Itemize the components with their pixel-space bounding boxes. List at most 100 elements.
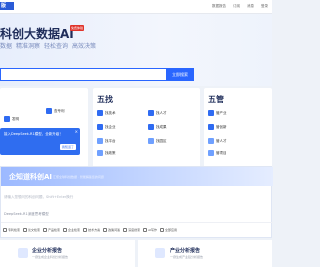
find-platform-label: 找平台 bbox=[105, 138, 116, 143]
manage-talent-icon bbox=[208, 138, 214, 144]
brand-title: 科创大数据AI bbox=[0, 27, 74, 41]
find-talent-label: 找人才 bbox=[156, 110, 167, 115]
slogan-insight: 精准洞察 bbox=[16, 43, 41, 50]
tool-product-search[interactable]: 产品检索 bbox=[43, 227, 61, 232]
park-icon bbox=[148, 138, 154, 144]
company-report-card[interactable]: 企业分析报告 一键生成企业科创分析报告 bbox=[0, 240, 135, 267]
tool-label: 深度搜索 bbox=[128, 227, 141, 232]
popup-ok-button[interactable]: 我知道了 bbox=[60, 144, 76, 150]
find-result-item[interactable]: 找成果 bbox=[148, 124, 167, 130]
apps-grid-icon bbox=[160, 227, 165, 232]
ai-panel-header: 企知道科创AI 汇聚全球科创数据 · 智能解答您的问题 bbox=[1, 167, 273, 186]
find-park-label: 找园区 bbox=[156, 138, 167, 143]
find-platform-item[interactable]: 找平台 bbox=[97, 138, 116, 144]
company-icon bbox=[97, 124, 103, 130]
card-a-item-1-label: 发明 bbox=[12, 116, 19, 121]
nav-link-login[interactable]: 登录 bbox=[261, 4, 268, 9]
tool-label: 论文检索 bbox=[28, 227, 41, 232]
tool-policy-qa[interactable]: 政策问答 bbox=[103, 227, 121, 232]
search-button[interactable]: 立即搜索 bbox=[166, 68, 194, 81]
ai-assistant-panel: 企知道科创AI 汇聚全球科创数据 · 智能解答您的问题 请输入您想问的科创问题，… bbox=[0, 166, 273, 238]
patent-search-icon bbox=[3, 227, 7, 232]
tool-company-search[interactable]: 企业检索 bbox=[63, 227, 81, 232]
nav-link-messages[interactable]: 消息 bbox=[247, 4, 254, 9]
search-input[interactable] bbox=[0, 68, 166, 81]
talent-icon bbox=[148, 110, 154, 116]
tool-ai-writing[interactable]: AI写作 bbox=[143, 227, 158, 232]
tool-tech-solution[interactable]: 技术方案 bbox=[83, 227, 101, 232]
manage-project-item[interactable]: 管项目 bbox=[208, 150, 227, 156]
industry-report-title: 产业分析报告 bbox=[170, 248, 201, 254]
tool-label: AI写作 bbox=[148, 227, 158, 232]
tool-deep-search[interactable]: 深度搜索 bbox=[123, 227, 141, 232]
find-tech-item[interactable]: 找技术 bbox=[97, 110, 116, 116]
tool-paper-search[interactable]: 论文检索 bbox=[23, 227, 41, 232]
ai-question-input[interactable]: 请输入您想问的科创问题，Shift+Enter换行 bbox=[4, 195, 73, 200]
platform-icon bbox=[97, 138, 103, 144]
card-title-five-manage: 五管 bbox=[208, 95, 224, 104]
deepseek-upgrade-popup: 接入DeepSeek-R1模型，全新升级！ × 我知道了 bbox=[0, 128, 80, 155]
company-report-subtitle: 一键生成企业科创分析报告 bbox=[32, 255, 69, 259]
manage-talent-label: 管人才 bbox=[216, 138, 227, 143]
nav-link-subscribe[interactable]: 订阅 bbox=[233, 4, 240, 9]
find-company-item[interactable]: 找企业 bbox=[97, 124, 116, 130]
tech-solution-icon bbox=[83, 227, 88, 232]
tool-label: 产品检索 bbox=[48, 227, 61, 232]
nav-links: 数据报告 订阅 消息 登录 bbox=[212, 4, 268, 9]
free-trial-badge[interactable]: 免费体验 bbox=[70, 25, 84, 31]
tool-label: 政策问答 bbox=[108, 227, 121, 232]
site-logo[interactable]: 版 bbox=[0, 2, 14, 10]
policy-icon bbox=[97, 150, 103, 156]
close-icon[interactable]: × bbox=[75, 129, 78, 134]
find-tech-label: 找技术 bbox=[105, 110, 116, 115]
company-report-icon bbox=[18, 248, 28, 258]
industry-report-subtitle: 一键生成产业链分析报告 bbox=[170, 255, 204, 259]
find-result-label: 找成果 bbox=[156, 124, 167, 129]
company-search-icon bbox=[63, 227, 68, 232]
tool-label: 企业检索 bbox=[68, 227, 81, 232]
find-talent-item[interactable]: 找人才 bbox=[148, 110, 167, 116]
manage-industry-item[interactable]: 管产业 bbox=[208, 110, 227, 116]
industry-report-icon bbox=[155, 248, 165, 258]
manage-innovation-item[interactable]: 管创新 bbox=[208, 124, 227, 130]
ai-model-selector[interactable]: DeepSeek-R1深度思考模型 bbox=[4, 212, 54, 217]
tool-label: 技术方案 bbox=[88, 227, 101, 232]
tech-icon bbox=[97, 110, 103, 116]
find-policy-label: 找政策 bbox=[105, 150, 116, 155]
ai-panel-subtitle: 汇聚全球科创数据 · 智能解答您的问题 bbox=[53, 175, 104, 179]
ai-writing-icon bbox=[143, 227, 148, 232]
manage-innovation-label: 管创新 bbox=[216, 124, 227, 129]
innovation-icon bbox=[208, 124, 214, 130]
company-report-title: 企业分析报告 bbox=[32, 248, 63, 254]
top-nav: 版 数据报告 订阅 消息 登录 bbox=[0, 0, 272, 14]
paper-search-icon bbox=[23, 227, 28, 232]
industry-icon bbox=[208, 110, 214, 116]
card-a-item-1[interactable]: 发明 bbox=[4, 116, 19, 122]
popup-message: 接入DeepSeek-R1模型，全新升级！ bbox=[4, 132, 63, 136]
slogan-query: 轻松查询 bbox=[44, 43, 69, 50]
find-park-item[interactable]: 找园区 bbox=[148, 138, 167, 144]
industry-report-card[interactable]: 产业分析报告 一键生成产业链分析报告 bbox=[138, 240, 272, 267]
manage-talent-item[interactable]: 管人才 bbox=[208, 138, 227, 144]
slogan-row: 数据 精准洞察 轻松查询 高效决策 bbox=[0, 41, 96, 50]
tool-label: 专利检索 bbox=[8, 227, 21, 232]
tool-all-apps[interactable]: 全部应用 bbox=[160, 227, 178, 232]
patent-icon bbox=[4, 116, 10, 122]
card-a-item-2[interactable]: 查专利 bbox=[46, 108, 65, 114]
deep-search-icon bbox=[123, 227, 128, 232]
nav-link-reports[interactable]: 数据报告 bbox=[212, 4, 226, 9]
policy-qa-icon bbox=[103, 227, 108, 232]
tool-patent-search[interactable]: 专利检索 bbox=[3, 227, 21, 232]
manage-project-label: 管项目 bbox=[216, 150, 227, 155]
card-title-five-find: 五找 bbox=[97, 95, 113, 104]
project-icon bbox=[208, 150, 214, 156]
find-company-label: 找企业 bbox=[105, 124, 116, 129]
find-policy-item[interactable]: 找政策 bbox=[97, 150, 116, 156]
search-patent-icon bbox=[46, 108, 52, 114]
ai-panel-title: 企知道科创AI bbox=[9, 173, 53, 181]
slogan-data: 数据 bbox=[0, 43, 13, 50]
tool-label: 全部应用 bbox=[165, 227, 178, 232]
ai-toolbar: 专利检索 论文检索 产品检索 企业检索 技术方案 政策问答 深度搜索 AI写作 … bbox=[1, 222, 273, 236]
hero-banner: 科创大数据AI 免费体验 数据 精准洞察 轻松查询 高效决策 立即搜索 bbox=[0, 14, 272, 86]
manage-industry-label: 管产业 bbox=[216, 110, 227, 115]
